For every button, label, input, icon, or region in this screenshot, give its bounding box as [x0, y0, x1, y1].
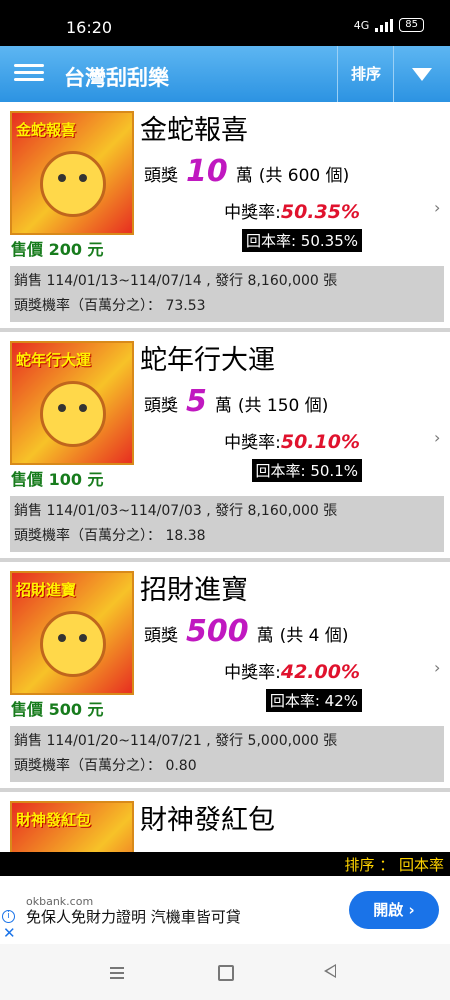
- ad-open-button[interactable]: 開啟 ›: [349, 891, 439, 929]
- prize-value: 5: [186, 384, 207, 419]
- win-rate-label: 中獎率:: [224, 433, 281, 453]
- win-rate-label: 中獎率:: [224, 203, 281, 223]
- thumbnail-title: 招財進寶: [16, 581, 77, 599]
- card-thumbnail: 財神發紅包: [10, 801, 134, 852]
- ad-banner[interactable]: i ✕ okbank.com 免保人免財力證明 汽機車皆可貸 開啟 ›: [0, 876, 450, 944]
- card-details: 銷售 114/01/03~114/07/03 , 發行 8,160,000 張頭…: [10, 496, 444, 552]
- ad-text: 免保人免財力證明 汽機車皆可貸: [26, 908, 241, 926]
- win-rate-value: 50.35%: [280, 201, 360, 223]
- info-icon[interactable]: i: [2, 910, 15, 923]
- system-nav-bar: [0, 944, 450, 1000]
- sales-info: 銷售 114/01/03~114/07/03 , 發行 8,160,000 張: [14, 503, 338, 519]
- battery-icon: 85: [399, 18, 424, 32]
- signal-icon: [375, 18, 394, 32]
- card-name: 財神發紅包: [140, 805, 275, 836]
- card-thumbnail: 蛇年行大運: [10, 341, 134, 465]
- card-thumbnail: 招財進寶: [10, 571, 134, 695]
- recent-apps-icon[interactable]: [110, 964, 124, 982]
- win-rate: 中獎率: 42.00%: [224, 658, 360, 683]
- network-label: 4G: [353, 18, 370, 32]
- win-rate-label: 中獎率:: [224, 663, 281, 683]
- prize-label: 頭獎: [144, 626, 178, 646]
- prize-count: (共 4 個): [279, 626, 349, 646]
- triangle-down-icon[interactable]: [393, 46, 450, 102]
- sort-status-text: 排序 ： 回本率: [344, 856, 444, 874]
- card-price: 售價 500 元: [11, 700, 104, 719]
- prize-unit: 萬: [256, 626, 274, 646]
- top-prize: 頭獎 500 萬 (共 4 個): [144, 614, 349, 649]
- chevron-right-icon: ›: [434, 198, 441, 217]
- chevron-right-icon: ›: [434, 658, 441, 677]
- prize-count: (共 150 個): [237, 396, 329, 416]
- odds-info: 頭獎機率（百萬分之）： 0.80: [14, 758, 197, 774]
- list-item[interactable]: 招財進寶 售價 500 元 招財進寶 頭獎 500 萬 (共 4 個) 中獎率: 42.…: [0, 562, 450, 792]
- home-icon[interactable]: [218, 965, 234, 981]
- card-details: 銷售 114/01/13~114/07/14 , 發行 8,160,000 張頭…: [10, 266, 444, 322]
- list-item[interactable]: 金蛇報喜 售價 200 元 金蛇報喜 頭獎 10 萬 (共 600 個) 中獎率: 50…: [0, 102, 450, 332]
- card-price: 售價 200 元: [11, 240, 104, 259]
- top-prize: 頭獎 10 萬 (共 600 個): [144, 154, 349, 189]
- hamburger-icon[interactable]: [14, 60, 44, 88]
- app-bar: 台灣刮刮樂 排序: [0, 46, 450, 102]
- odds-info: 頭獎機率（百萬分之）： 18.38: [14, 528, 206, 544]
- return-rate: 回本率: 50.35%: [241, 229, 362, 252]
- status-icons: 4G 85: [354, 18, 424, 32]
- win-rate-value: 42.00%: [280, 661, 360, 683]
- card-details: 銷售 114/01/20~114/07/21 , 發行 5,000,000 張頭…: [10, 726, 444, 782]
- return-rate: 回本率: 42%: [265, 689, 362, 712]
- sort-button[interactable]: 排序: [337, 46, 394, 102]
- thumbnail-title: 財神發紅包: [16, 811, 92, 829]
- app-title: 台灣刮刮樂: [64, 66, 169, 90]
- list-item[interactable]: 蛇年行大運 售價 100 元 蛇年行大運 頭獎 5 萬 (共 150 個) 中獎率: 5…: [0, 332, 450, 562]
- card-name: 金蛇報喜: [140, 115, 248, 146]
- win-rate: 中獎率: 50.35%: [224, 198, 360, 223]
- prize-label: 頭獎: [144, 396, 178, 416]
- sales-info: 銷售 114/01/13~114/07/14 , 發行 8,160,000 張: [14, 273, 338, 289]
- status-bar: 16:20 4G 85: [0, 0, 450, 46]
- prize-unit: 萬: [235, 166, 253, 186]
- thumbnail-title: 蛇年行大運: [16, 351, 92, 369]
- prize-value: 500: [186, 614, 249, 649]
- close-icon[interactable]: ✕: [3, 924, 16, 942]
- top-prize: 頭獎 5 萬 (共 150 個): [144, 384, 328, 419]
- card-thumbnail: 金蛇報喜: [10, 111, 134, 235]
- prize-unit: 萬: [214, 396, 232, 416]
- thumbnail-title: 金蛇報喜: [16, 121, 77, 139]
- prize-count: (共 600 個): [258, 166, 350, 186]
- scratch-card-list[interactable]: 金蛇報喜 售價 200 元 金蛇報喜 頭獎 10 萬 (共 600 個) 中獎率: 50…: [0, 102, 450, 852]
- win-rate: 中獎率: 50.10%: [224, 428, 360, 453]
- sales-info: 銷售 114/01/20~114/07/21 , 發行 5,000,000 張: [14, 733, 338, 749]
- card-price: 售價 100 元: [11, 470, 104, 489]
- prize-value: 10: [186, 154, 228, 189]
- sort-status-bar: 排序 ： 回本率: [0, 852, 450, 876]
- card-name: 蛇年行大運: [140, 345, 275, 376]
- list-item[interactable]: 財神發紅包 財神發紅包: [0, 792, 450, 852]
- status-time: 16:20: [66, 18, 113, 37]
- prize-label: 頭獎: [144, 166, 178, 186]
- chevron-right-icon: ›: [434, 428, 441, 447]
- win-rate-value: 50.10%: [280, 431, 360, 453]
- odds-info: 頭獎機率（百萬分之）： 73.53: [14, 298, 206, 314]
- card-name: 招財進寶: [140, 575, 248, 606]
- return-rate: 回本率: 50.1%: [251, 459, 362, 482]
- back-icon[interactable]: [324, 964, 336, 978]
